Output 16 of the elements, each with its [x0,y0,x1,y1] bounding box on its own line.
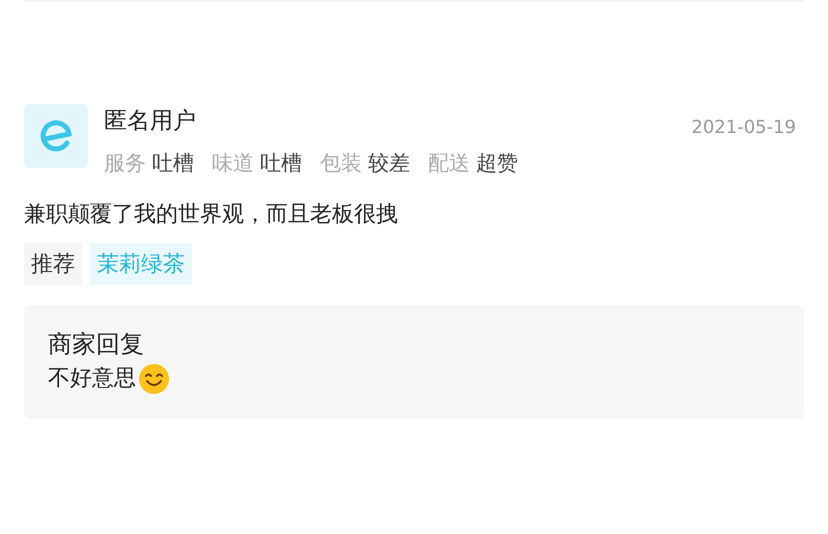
rating-label: 味道 [212,150,254,177]
rating-value: 超赞 [476,150,518,177]
review-date: 2021-05-19 [691,116,796,140]
dish-tag: 茉莉绿茶 [90,243,192,285]
reply-text: 不好意思 [48,365,136,393]
tag-label: 推荐 [24,243,82,285]
rating-value: 吐槽 [260,150,302,177]
review-text: 兼职颠覆了我的世界观，而且老板很拽 [24,201,399,229]
rating-value: 较差 [368,150,410,177]
rating-label: 配送 [428,150,470,177]
rating-label: 包装 [320,150,362,177]
smiley-icon [138,363,170,395]
user-name: 匿名用户 [104,107,196,136]
reply-title: 商家回复 [48,329,145,359]
rating-label: 服务 [104,150,146,177]
rating-value: 吐槽 [152,150,194,177]
